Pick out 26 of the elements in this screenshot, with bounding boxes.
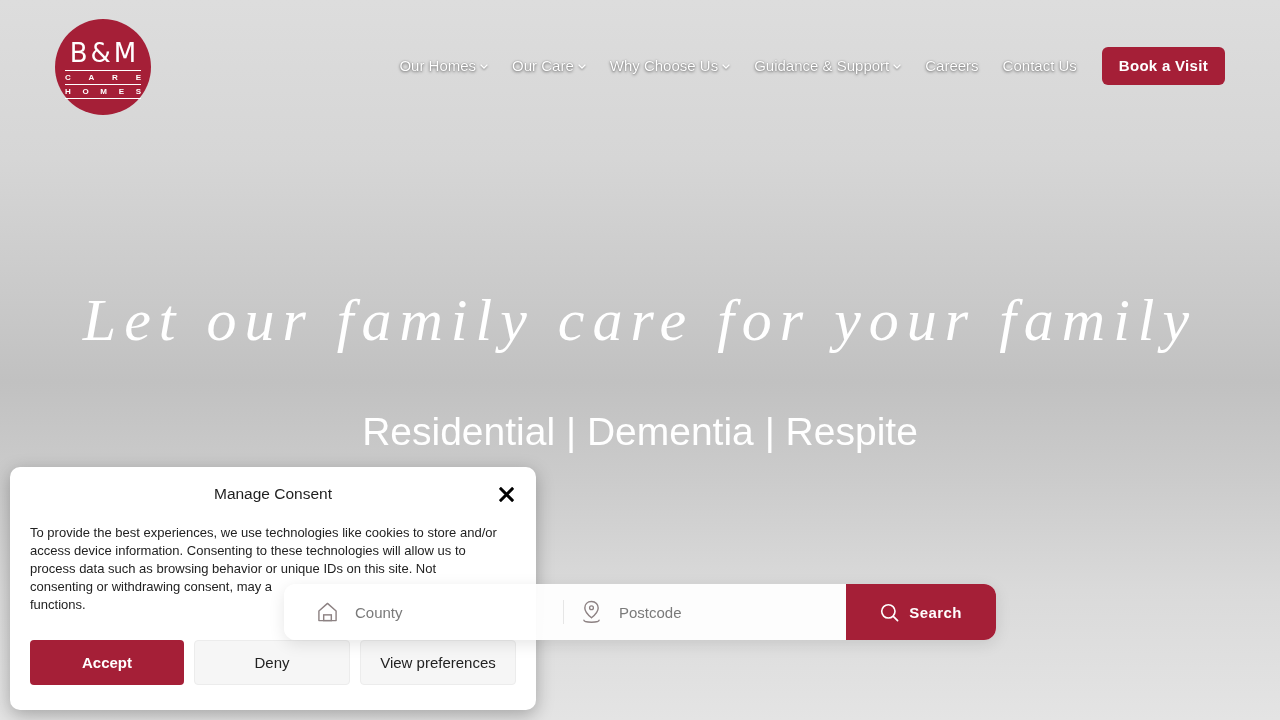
consent-option-button[interactable]: View preferences bbox=[360, 640, 516, 685]
postcode-field[interactable]: Postcode bbox=[619, 600, 844, 624]
logo-tagline: C A R E bbox=[65, 70, 141, 84]
nav-link[interactable]: Careers bbox=[925, 56, 979, 76]
nav-link[interactable]: Guidance & Support bbox=[754, 56, 902, 76]
chevron-down-icon bbox=[480, 63, 489, 69]
location-pin-icon bbox=[581, 599, 602, 625]
county-field[interactable]: County bbox=[355, 600, 563, 624]
close-icon bbox=[498, 486, 514, 502]
search-button[interactable]: Search bbox=[846, 584, 996, 640]
search-icon bbox=[880, 602, 900, 622]
hero-headline: Let our family care for your family bbox=[82, 286, 1198, 355]
consent-option-button[interactable]: Deny bbox=[194, 640, 350, 685]
logo-tagline: H O M E S bbox=[65, 84, 141, 99]
accept-button[interactable]: Accept bbox=[30, 640, 184, 685]
home-icon bbox=[317, 601, 338, 623]
chevron-down-icon bbox=[577, 63, 586, 69]
chevron-down-icon bbox=[722, 63, 731, 69]
logo-wordmark: B&M bbox=[68, 39, 140, 67]
logo-badge[interactable]: B&M C A R E H O M E S bbox=[55, 19, 151, 115]
book-visit-button[interactable]: Book a Visit bbox=[1101, 47, 1225, 85]
dialog-title: Manage Consent bbox=[213, 484, 333, 504]
consent-message: consenting or withdrawing consent, may a functions. bbox=[30, 578, 273, 614]
hero-subheading: Residential | Dementia | Respite bbox=[362, 410, 918, 453]
chevron-down-icon bbox=[893, 63, 902, 69]
close-button[interactable] bbox=[498, 486, 514, 502]
